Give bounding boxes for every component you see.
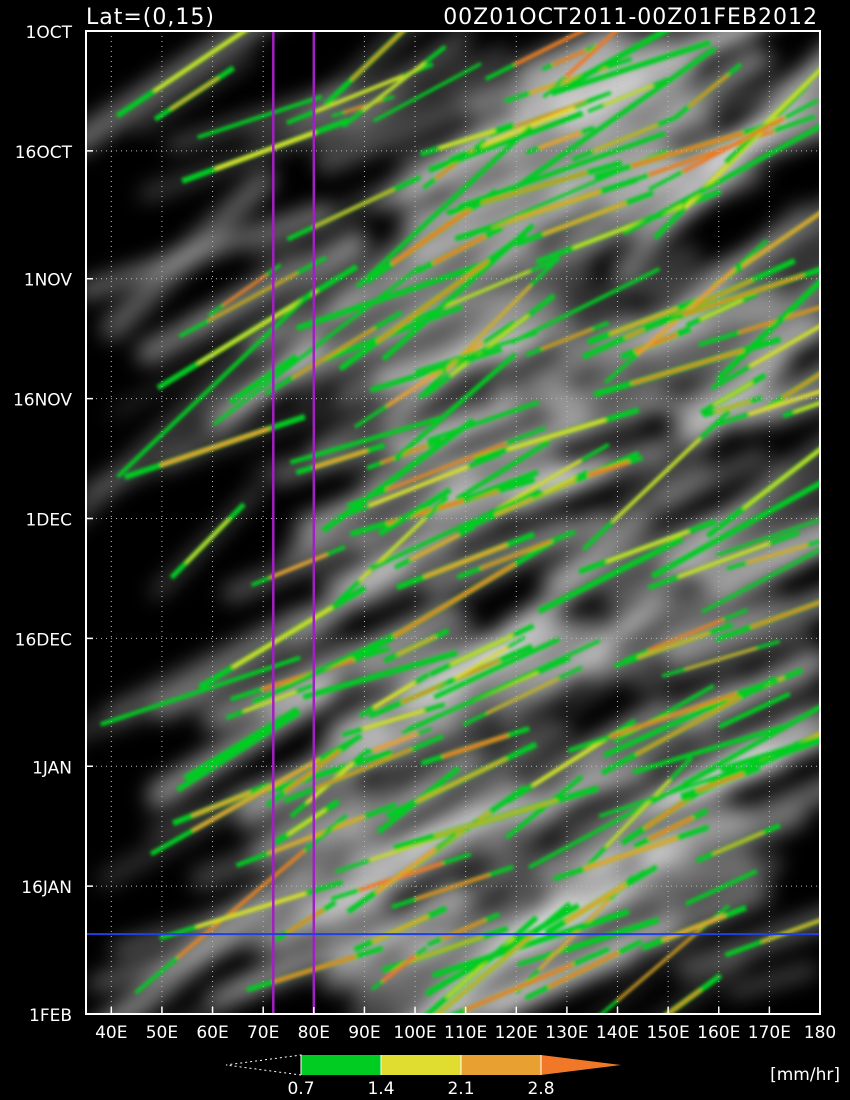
colorbar-high-triangle	[541, 1055, 621, 1075]
colorbar-level-label: 1.4	[367, 1079, 394, 1099]
y-tick-label: 1FEB	[29, 1006, 72, 1026]
x-tick-label: 160E	[697, 1023, 740, 1043]
x-tick-label: 150E	[647, 1023, 690, 1043]
x-tick-label: 120E	[495, 1023, 538, 1043]
colorbar-segment	[461, 1055, 541, 1075]
x-tick-label: 60E	[196, 1023, 228, 1043]
x-tick-label: 90E	[348, 1023, 380, 1043]
y-tick-label: 16JAN	[21, 878, 72, 898]
colorbar-segment	[381, 1055, 461, 1075]
x-tick-label: 170E	[748, 1023, 791, 1043]
x-tick-label: 40E	[95, 1023, 127, 1043]
colorbar: 0.7 1.4 2.1 2.8	[225, 1054, 621, 1099]
colorbar-level-label: 0.7	[287, 1079, 314, 1099]
y-axis-ticks: 1OCT 16OCT 1NOV 16NOV 1DEC 16DEC 1JAN 16JAN 1FEB	[13, 23, 93, 1026]
x-tick-label: 50E	[146, 1023, 178, 1043]
y-tick-label: 1JAN	[32, 758, 72, 778]
x-tick-label: 130E	[545, 1023, 588, 1043]
colorbar-level-label: 2.8	[527, 1079, 554, 1099]
x-tick-label: 140E	[596, 1023, 639, 1043]
colorbar-segment	[301, 1055, 381, 1075]
x-tick-label: 70E	[247, 1023, 279, 1043]
chart-title-left: Lat=(0,15)	[86, 5, 215, 30]
colorbar-low-triangle	[225, 1054, 302, 1076]
x-tick-label: 80E	[298, 1023, 330, 1043]
colorbar-level-label: 2.1	[447, 1079, 474, 1099]
y-tick-label: 1DEC	[25, 511, 72, 531]
y-tick-label: 16OCT	[15, 143, 73, 163]
units-label: [mm/hr]	[770, 1065, 840, 1085]
y-tick-label: 16NOV	[13, 391, 72, 411]
y-tick-label: 16DEC	[15, 630, 72, 650]
y-tick-label: 1NOV	[24, 271, 73, 291]
y-tick-label: 1OCT	[26, 23, 73, 43]
x-tick-label: 180	[804, 1023, 836, 1043]
x-tick-label: 100E	[393, 1023, 436, 1043]
x-tick-label: 110E	[444, 1023, 487, 1043]
hovmoller-chart: 40E 50E 60E 70E 80E 90E 100E 110E 120E 130E 140E 15…	[13, 5, 840, 1099]
chart-title-right: 00Z01OCT2011-00Z01FEB2012	[443, 5, 818, 30]
